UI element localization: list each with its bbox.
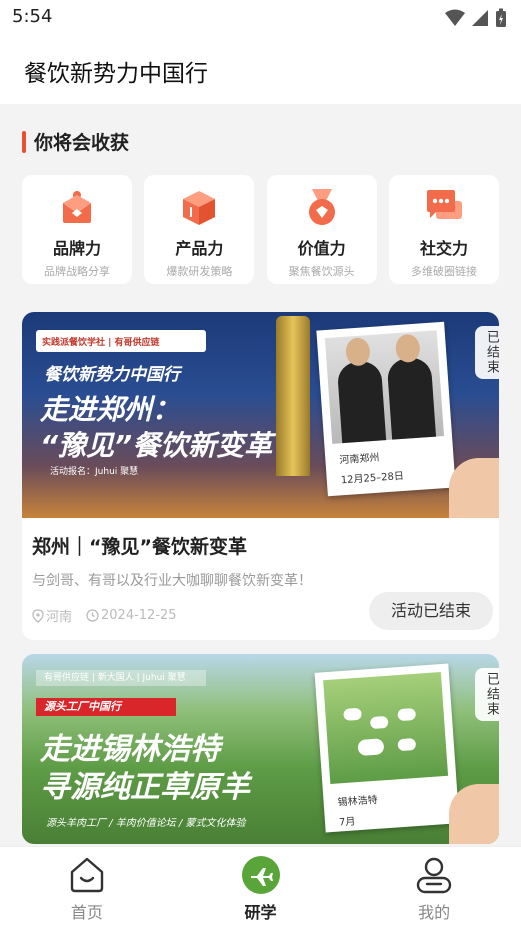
banner-small-text: 源头羊肉工厂 / 羊肉价值论坛 / 蒙式文化体验 xyxy=(46,818,246,829)
sheep-figure xyxy=(357,738,385,757)
nav-label: 我的 xyxy=(418,903,451,922)
banner-headline-2: 寻源纯正草原羊 xyxy=(40,770,250,805)
feature-label: 社交力 xyxy=(419,239,468,258)
feature-grid: 品牌力 品牌战略分享 产品力 爆款研发策略 价值力 聚焦餐饮源头 社交力 多维破… xyxy=(22,175,499,284)
location-pin-icon xyxy=(32,608,44,623)
event-card[interactable]: 实践派餐饮学社 | 有哥供应链 餐饮新势力中国行 走进郑州： “豫见”餐饮新变革… xyxy=(22,312,499,640)
event-title: 郑州｜“豫见”餐饮新变革 xyxy=(32,536,247,558)
clock-icon xyxy=(86,609,99,622)
event-banner[interactable]: 实践派餐饮学社 | 有哥供应链 餐饮新势力中国行 走进郑州： “豫见”餐饮新变革… xyxy=(22,312,499,518)
status-time: 5:54 xyxy=(12,6,53,27)
photo-date: 7月 xyxy=(338,816,356,829)
nav-item-profile[interactable]: 我的 xyxy=(347,847,521,926)
nav-label: 首页 xyxy=(70,903,103,922)
hand-illustration xyxy=(449,784,499,844)
sheep-figure xyxy=(369,715,389,730)
event-card[interactable]: 有哥供应链 | 新大国人 | Juhui 聚慧 源头工厂中国行 走进锡林浩特 寻… xyxy=(22,654,499,844)
signal-icon xyxy=(472,10,488,26)
event-description: 与剑哥、有哥以及行业大咖聊聊餐饮新变革！ xyxy=(32,573,312,589)
event-location-text: 河南 xyxy=(46,610,73,625)
polaroid-photo: 河南郑州 12月25–28日 xyxy=(316,321,456,497)
wifi-icon xyxy=(445,9,465,26)
event-ended-button[interactable]: 活动已结束 xyxy=(369,592,493,630)
feature-label: 价值力 xyxy=(297,239,346,258)
feature-label: 品牌力 xyxy=(52,239,101,258)
profile-icon xyxy=(414,855,454,895)
feature-sub: 品牌战略分享 xyxy=(44,265,110,278)
speakers-photo xyxy=(324,330,445,444)
battery-icon xyxy=(496,8,506,27)
section-title: 你将会收获 xyxy=(34,132,130,154)
banner-small-text: 活动报名：Juhui 聚慧 xyxy=(50,467,139,477)
event-meta: 河南 2024-12-25 xyxy=(32,606,177,625)
section-heading: 你将会收获 xyxy=(22,128,129,155)
ended-badge: 已结束 xyxy=(475,326,499,379)
feature-card-value[interactable]: 价值力 聚焦餐饮源头 xyxy=(266,175,377,284)
sheep-figure xyxy=(397,737,417,752)
ended-badge: 已结束 xyxy=(475,668,499,721)
banner-headline-2: “豫见”餐饮新变革 xyxy=(40,429,273,462)
home-icon xyxy=(67,855,107,895)
bottom-nav: 首页 研学 我的 xyxy=(0,846,521,926)
feature-card-social[interactable]: 社交力 多维破圈链接 xyxy=(388,175,499,284)
chat-bubble-icon xyxy=(424,187,464,227)
feature-sub: 多维破圈链接 xyxy=(410,265,477,278)
speaker-figure xyxy=(336,337,387,444)
banner-subtitle: 餐饮新势力中国行 xyxy=(44,365,180,385)
feature-card-brand[interactable]: 品牌力 品牌战略分享 xyxy=(22,175,132,284)
speaker-figure xyxy=(386,333,437,440)
event-location: 河南 xyxy=(32,606,72,625)
nav-label: 研学 xyxy=(244,903,277,922)
status-bar: 5:54 xyxy=(0,0,521,36)
polaroid-photo: 锡林浩特 7月 xyxy=(314,663,460,833)
feature-sub: 爆款研发策略 xyxy=(166,265,233,278)
plane-icon xyxy=(241,855,281,895)
banner-logos: 有哥供应链 | 新大国人 | Juhui 聚慧 xyxy=(36,670,206,686)
hand-illustration xyxy=(449,458,499,518)
sheep-figure xyxy=(397,707,417,722)
status-icons xyxy=(445,8,507,28)
photo-location: 河南郑州 xyxy=(339,452,380,467)
photo-location: 锡林浩特 xyxy=(337,794,379,809)
feature-label: 产品力 xyxy=(175,239,224,258)
banner-headline-1: 走进郑州： xyxy=(40,393,181,426)
feature-sub: 聚焦餐饮源头 xyxy=(288,265,355,278)
page-title: 餐饮新势力中国行 xyxy=(24,61,208,87)
photo-date: 12月25–28日 xyxy=(340,470,405,487)
sheep-photo xyxy=(323,672,449,785)
product-cube-icon xyxy=(179,187,219,227)
app-header: 餐饮新势力中国行 xyxy=(0,36,521,104)
banner-logos: 实践派餐饮学社 | 有哥供应链 xyxy=(36,330,206,352)
gift-box-icon xyxy=(57,187,97,227)
nav-item-home[interactable]: 首页 xyxy=(0,847,174,926)
event-date: 2024-12-25 xyxy=(86,608,177,623)
banner-red-tag: 源头工厂中国行 xyxy=(36,698,176,716)
tower-illustration xyxy=(276,316,310,476)
event-banner[interactable]: 有哥供应链 | 新大国人 | Juhui 聚慧 源头工厂中国行 走进锡林浩特 寻… xyxy=(22,654,499,844)
section-accent-bar xyxy=(22,130,26,153)
sheep-figure xyxy=(343,707,362,721)
nav-item-study[interactable]: 研学 xyxy=(174,847,348,926)
event-date-text: 2024-12-25 xyxy=(101,608,177,623)
medal-icon xyxy=(302,187,342,227)
feature-card-product[interactable]: 产品力 爆款研发策略 xyxy=(144,175,255,284)
